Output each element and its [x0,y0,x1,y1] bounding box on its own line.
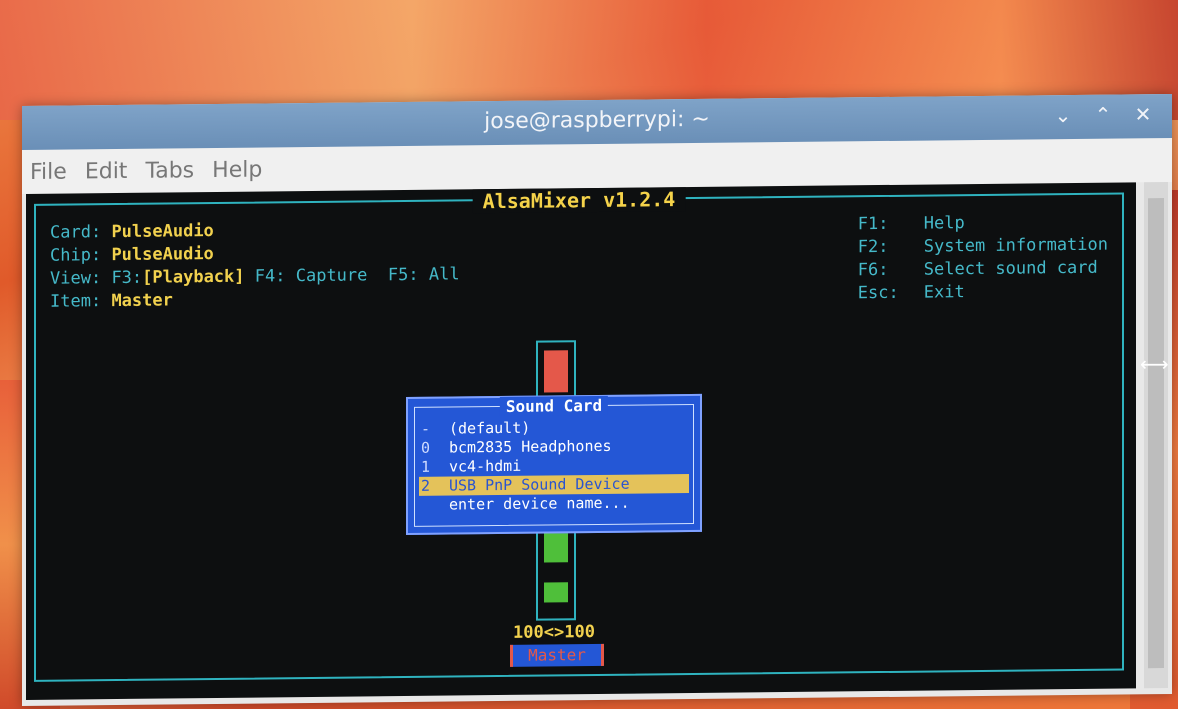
view-f3-key: F3: [111,267,143,289]
minimize-button[interactable]: ⌄ [1052,103,1074,127]
sound-card-dialog: Sound Card - (default) 0 bcm2835 Headpho… [406,393,702,536]
volume-level-green-low [544,582,568,603]
item-value: Master [111,290,173,312]
scrollbar-thumb[interactable] [1148,198,1164,669]
key-row-f2: F2: System information [857,234,1108,258]
maximize-button[interactable]: ⌃ [1092,103,1114,127]
mixer-info: Card: PulseAudio Chip: PulseAudio View: … [50,217,460,313]
menu-help[interactable]: Help [212,157,262,183]
key-row-esc: Esc: Exit [857,282,965,304]
card-label: Card: [50,222,102,243]
card-value: PulseAudio [111,221,214,243]
sound-card-list: - (default) 0 bcm2835 Headphones 1 vc4-h… [419,417,689,515]
view-playback[interactable]: [Playback] [142,267,244,288]
resize-cursor-icon: ⟷ [1140,352,1169,376]
volume-level-red [544,350,568,393]
terminal-window: jose@raspberrypi: ~ ⌄ ⌃ ✕ File Edit Tabs… [22,93,1172,707]
window-title: jose@raspberrypi: ~ [484,106,710,135]
menu-edit[interactable]: Edit [85,158,128,183]
sound-card-option-enter-name[interactable]: enter device name... [419,493,689,515]
terminal-scrollbar[interactable] [1144,182,1168,689]
terminal-area[interactable]: AlsaMixer v1.2.4 Card: PulseAudio Chip: … [26,182,1136,700]
view-label: View: [50,268,102,289]
close-button[interactable]: ✕ [1132,102,1154,126]
alsamixer-title: AlsaMixer v1.2.4 [472,187,686,214]
key-row-f1: F1: Help [857,213,965,235]
dialog-title: Sound Card [499,395,609,417]
key-row-f6: F6: Select sound card [857,257,1098,281]
key-help: F1: Help F2: System information F6: Select … [858,211,1108,306]
channel-master-label[interactable]: Master [510,643,604,667]
menu-file[interactable]: File [30,159,67,184]
view-f4-key: F4: [254,266,286,287]
view-all[interactable]: All [429,264,460,284]
alsamixer-frame: AlsaMixer v1.2.4 Card: PulseAudio Chip: … [34,187,1124,682]
menu-tabs[interactable]: Tabs [145,158,194,184]
chip-label: Chip: [50,245,102,266]
volume-value: 100<>100 [513,622,595,643]
view-capture[interactable]: Capture [296,265,368,286]
item-label: Item: [50,291,102,312]
chip-value: PulseAudio [111,244,214,266]
view-f5-key: F5: [387,264,419,286]
